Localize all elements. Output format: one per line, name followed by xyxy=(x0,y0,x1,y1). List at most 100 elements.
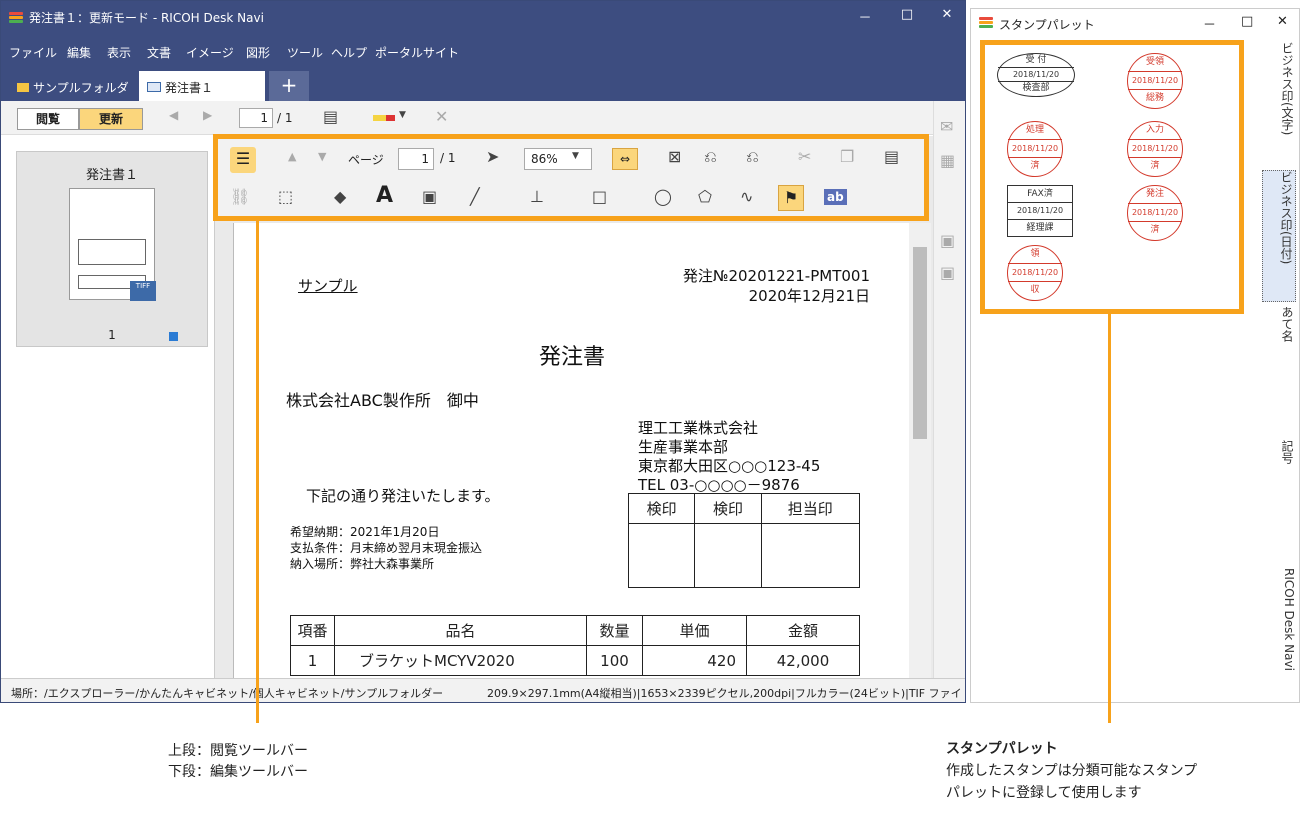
eraser-icon[interactable]: ◆ xyxy=(334,187,346,206)
sender-line: 東京都大田区○○○123-45 xyxy=(638,457,821,475)
callout-line-right xyxy=(1108,314,1111,723)
close-button[interactable]: ✕ xyxy=(935,7,959,22)
term-line: 支払条件：月末締め翌月末現金振込 xyxy=(290,541,483,555)
table-row: 1 ブラケットMCYV2020 100 420 42,000 xyxy=(290,645,860,676)
next-page-icon[interactable]: ▶ xyxy=(203,108,212,122)
select-rect-icon[interactable]: ⬚ xyxy=(278,187,293,206)
column-header: 数量 xyxy=(586,615,643,646)
text-tool-icon[interactable]: A xyxy=(376,183,393,208)
stamp-item[interactable]: FAX済 2018/11/20 経理課 xyxy=(1007,185,1073,237)
tab-bar: サンプルフォルダー 発注書１ + xyxy=(1,65,965,112)
text-annotation-icon[interactable]: ab xyxy=(824,189,847,205)
copy-icon[interactable]: ❐ xyxy=(840,147,854,166)
callout-lower-toolbar: 下段：編集ツールバー xyxy=(168,764,308,780)
chevron-down-icon[interactable]: ▼ xyxy=(399,110,406,120)
stamp-text: FAX済 xyxy=(1027,189,1053,199)
color-picker-icon[interactable] xyxy=(373,115,395,121)
stamp-item[interactable]: 受 付 2018/11/20 検査部 xyxy=(997,53,1075,97)
stamp-text: 処理 xyxy=(1025,125,1044,135)
view-mode-button[interactable]: 閲覧 xyxy=(17,108,79,130)
palette-tab-address[interactable]: あて名 xyxy=(1262,306,1296,356)
sender-line: 理工工業株式会社 xyxy=(638,419,759,437)
zoom-select[interactable]: 86% xyxy=(524,148,592,170)
palette-minimize-button[interactable]: － xyxy=(1203,14,1216,33)
vertical-scrollbar[interactable] xyxy=(909,223,931,678)
thumbnail-toggle-icon[interactable]: ☰ xyxy=(230,147,256,173)
stamp-text: 領 xyxy=(1030,249,1040,259)
ellipse-tool-icon[interactable]: ◯ xyxy=(654,187,672,206)
properties-icon[interactable]: ▤ xyxy=(323,107,338,126)
freehand-tool-icon[interactable]: ∿ xyxy=(740,187,753,206)
palette-tab-business-text[interactable]: ビジネス印(文字) xyxy=(1262,42,1296,142)
stamp-text: 済 xyxy=(1030,161,1040,171)
menu-edit[interactable]: 編集 xyxy=(67,44,91,61)
image-edit-icon[interactable]: ▣ xyxy=(940,263,955,282)
rectangle-tool-icon[interactable]: □ xyxy=(592,187,607,206)
page-input[interactable]: 1 xyxy=(239,108,273,128)
stamp-item[interactable]: 受領 2018/11/20 総務 xyxy=(1127,53,1183,109)
pointer-icon[interactable]: ➤ xyxy=(486,147,499,166)
stamp-item[interactable]: 入力 2018/11/20 済 xyxy=(1127,121,1183,177)
cut-icon[interactable]: ✂ xyxy=(798,147,811,166)
next-icon[interactable]: ▼ xyxy=(318,150,326,163)
document-icon xyxy=(147,82,161,92)
palette-tab-business-date[interactable]: ビジネス印(日付) xyxy=(1262,170,1296,302)
add-tab-button[interactable]: + xyxy=(269,71,309,101)
paste-icon[interactable]: ▤ xyxy=(884,147,899,166)
polygon-tool-icon[interactable]: ⬠ xyxy=(698,187,712,206)
menu-portal[interactable]: ポータルサイト xyxy=(375,44,459,61)
chevron-down-icon[interactable]: ▼ xyxy=(572,151,579,161)
thumbnail-panel: 発注書１ TIFF 1 xyxy=(1,136,215,678)
palette-maximize-button[interactable]: □ xyxy=(1241,14,1253,29)
sender-line: TEL 03-○○○○－9876 xyxy=(638,476,800,494)
upper-page-input[interactable]: 1 xyxy=(398,148,434,170)
minimize-button[interactable]: － xyxy=(853,7,877,26)
palette-tab-symbol[interactable]: 記号 xyxy=(1262,440,1296,480)
stamp-text: 2018/11/20 xyxy=(1128,139,1182,158)
page-thumbnail[interactable]: 発注書１ TIFF 1 xyxy=(16,151,208,347)
menu-view[interactable]: 表示 xyxy=(107,44,131,61)
rotate-left-icon[interactable]: ⎌ xyxy=(704,147,717,167)
stamp-text: 済 xyxy=(1150,225,1160,235)
seal-table: 検印 検印 担当印 xyxy=(627,493,861,588)
prev-icon[interactable]: ▲ xyxy=(288,150,296,163)
menu-image[interactable]: イメージ xyxy=(186,44,234,61)
menu-help[interactable]: ヘルプ xyxy=(331,44,367,61)
menu-shape[interactable]: 図形 xyxy=(246,44,270,61)
stamp-text: 2018/11/20 xyxy=(1008,263,1062,282)
rotate-right-icon[interactable]: ⎌ xyxy=(746,147,759,167)
update-mode-button[interactable]: 更新 xyxy=(79,108,143,130)
dimension-line-icon[interactable]: ⊥ xyxy=(530,187,544,206)
tiff-badge: TIFF xyxy=(130,281,156,301)
stack-icon[interactable]: ▦ xyxy=(940,151,955,170)
fit-page-icon[interactable]: ⊠ xyxy=(668,147,681,166)
order-date: 2020年12月21日 xyxy=(748,287,870,305)
stamp-item[interactable]: 発注 2018/11/20 済 xyxy=(1127,185,1183,241)
palette-tab-ricoh[interactable]: RICOH Desk Navi xyxy=(1262,568,1296,678)
mail-icon[interactable]: ✉ xyxy=(940,117,953,136)
pin-icon[interactable]: ✕ xyxy=(435,107,448,126)
menu-document[interactable]: 文書 xyxy=(147,44,171,61)
items-table: 項番 品名 数量 単価 金額 1 ブラケットMCYV2020 100 420 4… xyxy=(290,615,860,676)
callout-upper-toolbar: 上段：閲覧ツールバー xyxy=(168,743,308,759)
stamp-tool-icon[interactable]: ⚑ xyxy=(778,185,804,211)
tab-document[interactable]: 発注書１ xyxy=(139,71,265,101)
prev-page-icon[interactable]: ◀ xyxy=(169,108,178,122)
image-add-icon[interactable]: ▣ xyxy=(940,231,955,250)
scrollbar-thumb[interactable] xyxy=(913,247,927,439)
maximize-button[interactable]: □ xyxy=(895,7,919,22)
stamp-text: 経理課 xyxy=(1026,223,1054,233)
palette-close-button[interactable]: ✕ xyxy=(1277,14,1288,29)
menu-tool[interactable]: ツール xyxy=(287,44,323,61)
link-icon[interactable]: ⛓ xyxy=(230,187,250,206)
stamp-item[interactable]: 領 2018/11/20 収 xyxy=(1007,245,1063,301)
stamp-item[interactable]: 処理 2018/11/20 済 xyxy=(1007,121,1063,177)
tab-sample-folder[interactable]: サンプルフォルダー xyxy=(9,71,139,112)
fit-width-icon[interactable]: ⇔ xyxy=(612,148,638,170)
app-logo-icon xyxy=(9,12,23,24)
stamp-text: 収 xyxy=(1030,285,1040,295)
line-tool-icon[interactable]: ╱ xyxy=(470,187,480,206)
text-box-icon[interactable]: ▣ xyxy=(422,187,437,206)
menu-file[interactable]: ファイル xyxy=(9,44,57,61)
stamp-text: 2018/11/20 xyxy=(1128,71,1182,90)
